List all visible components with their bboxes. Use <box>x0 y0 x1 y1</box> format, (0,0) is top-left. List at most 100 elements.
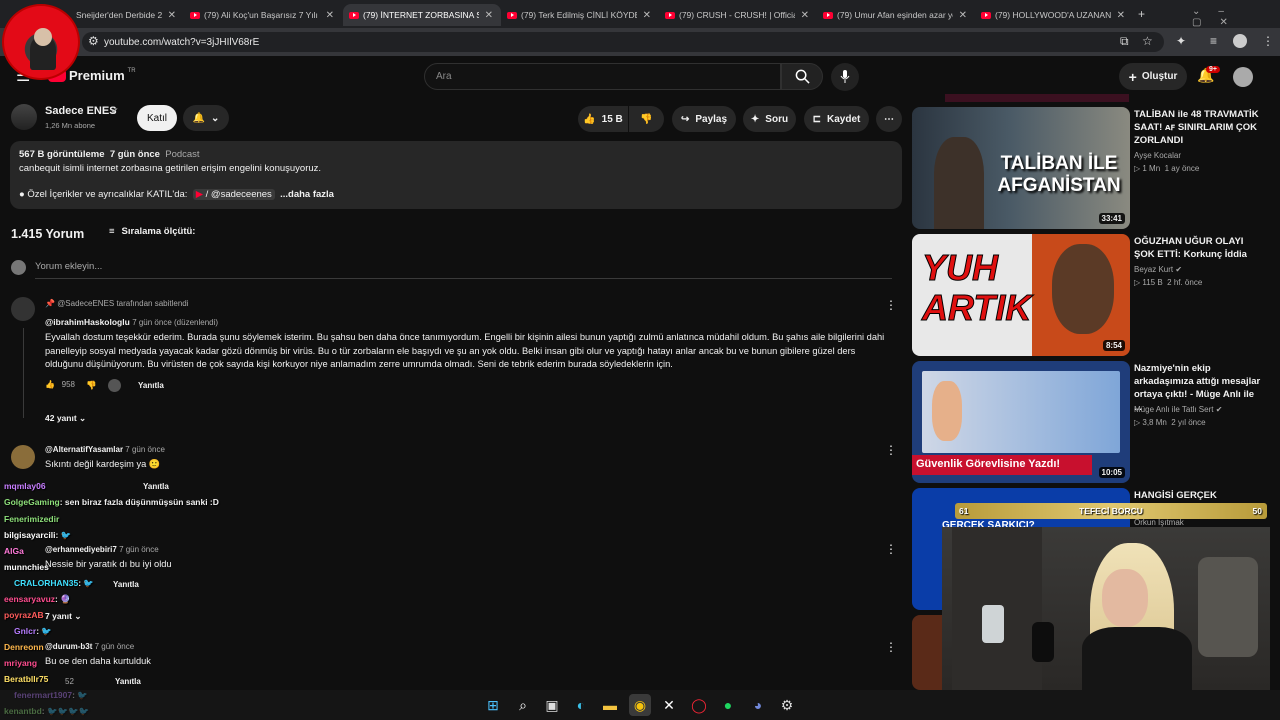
tab-4[interactable]: (79) CRUSH - CRUSH! | Official ✕ <box>659 4 817 26</box>
thumbnail-figure <box>934 137 984 229</box>
chat-message: Fenerimizedir <box>4 514 60 524</box>
comment-menu-icon[interactable]: ⋮ <box>885 443 897 457</box>
close-icon[interactable]: ✕ <box>168 10 176 21</box>
voice-search-button[interactable] <box>831 63 859 91</box>
video-duration: 10:05 <box>1098 467 1125 478</box>
tab-1[interactable]: (79) Ali Koç'un Başarısız 7 Yılı | ✕ <box>184 4 342 26</box>
show-more-link[interactable]: ...daha fazla <box>280 189 334 200</box>
comment-dislike-icon[interactable]: 👎 <box>86 380 97 391</box>
file-explorer-icon[interactable]: ▬ <box>599 694 621 716</box>
chat-message: mriyang <box>4 658 38 668</box>
reply-button[interactable]: Yanıtla <box>138 381 164 390</box>
comment-author[interactable]: @AlternatifYasamlar 7 gün önce <box>45 445 165 454</box>
close-icon[interactable]: ✕ <box>801 10 809 21</box>
notification-bell-button[interactable]: 🔔 ⌄ <box>183 105 229 131</box>
create-button[interactable]: + Oluştur <box>1119 63 1187 90</box>
youtube-icon <box>507 11 517 19</box>
ask-button[interactable]: ✦ Soru <box>743 106 796 132</box>
sort-button[interactable]: ≡ Sıralama ölçütü: <box>109 226 195 237</box>
close-icon[interactable]: ✕ <box>1117 10 1125 21</box>
video-channel[interactable]: Beyaz Kurt ✔ <box>1134 263 1182 276</box>
youtube-icon <box>823 11 833 19</box>
window-controls[interactable]: ⌄–▢✕ <box>1192 6 1280 28</box>
verified-icon: ✔ <box>1215 405 1223 414</box>
edge-browser-icon[interactable]: ◐ <box>570 694 592 716</box>
close-icon[interactable]: ✕ <box>959 10 967 21</box>
opera-icon[interactable]: ◯ <box>688 694 710 716</box>
youtube-icon <box>190 11 200 19</box>
chevron-down-icon: ⌄ <box>79 413 87 423</box>
tab-3[interactable]: (79) Terk Edilmiş CİNLİ KÖYDE ✕ <box>501 4 659 26</box>
comment-like-button[interactable]: 👍 958 <box>45 380 75 389</box>
comment-like-count: 52 <box>65 677 74 686</box>
reply-button[interactable]: Yanıtla <box>115 677 141 686</box>
close-icon[interactable]: ✕ <box>643 10 651 21</box>
search-icon <box>795 69 810 84</box>
video-title[interactable]: OĞUZHAN UĞUR OLAYI ŞOK ETTİ: Korkunç İdd… <box>1134 235 1264 261</box>
search-button[interactable] <box>781 63 823 90</box>
close-icon[interactable]: ✕ <box>326 10 334 21</box>
cast-icon[interactable]: ⧉ <box>1120 34 1129 49</box>
sidebar-top-strip <box>945 94 1129 102</box>
comment-menu-icon[interactable]: ⋮ <box>885 298 897 312</box>
profile-avatar-flag[interactable] <box>2 4 80 80</box>
video-thumbnail[interactable]: YUH ARTIK 8:54 <box>912 234 1130 356</box>
channel-avatar[interactable] <box>11 104 37 130</box>
comment-author[interactable]: @durum-b3t 7 gün önce <box>45 642 134 651</box>
comment-text: Sıkıntı değil kardeşim ya 🙂 <box>45 459 161 469</box>
video-thumbnail[interactable]: TALİBAN İLE AFGANİSTAN 33:41 <box>912 107 1130 229</box>
channel-mention[interactable]: ▶ / @sadeceenes <box>192 189 275 200</box>
commenter-avatar[interactable] <box>11 445 35 469</box>
site-info-icon[interactable]: ⚙ <box>88 34 99 48</box>
video-channel[interactable]: Ayşe Kocalar <box>1134 149 1181 162</box>
discord-icon[interactable]: ◕ <box>747 694 769 716</box>
account-avatar[interactable] <box>1233 67 1253 87</box>
media-icon[interactable]: ≡ <box>1210 34 1217 48</box>
extensions-icon[interactable]: ✦ <box>1176 34 1186 48</box>
reply-button[interactable]: Yanıtla <box>143 482 169 491</box>
browser-profile-icon[interactable] <box>1233 34 1247 48</box>
dislike-button[interactable]: 👎 <box>629 106 664 132</box>
like-button[interactable]: 👍 15 B <box>578 106 628 132</box>
video-channel[interactable]: Müge Anlı ile Tatlı Sert ✔ <box>1134 403 1222 416</box>
browser-menu-icon[interactable]: ⋮ <box>1262 34 1274 48</box>
video-title[interactable]: TALİBAN ile 48 TRAVMATİK SAAT! ᴀꜰ SINIRL… <box>1134 108 1264 147</box>
search-input[interactable]: Ara <box>424 63 781 90</box>
microphone <box>1032 622 1054 662</box>
tab-0[interactable]: Sneijder'den Derbide 2 ✕ <box>70 4 184 26</box>
join-button[interactable]: Katıl <box>137 105 177 131</box>
address-input[interactable]: youtube.com/watch?v=3jJHIlV68rE <box>82 32 1164 52</box>
video-thumbnail[interactable]: Güvenlik Görevlisine Yazdı! 10:05 <box>912 361 1130 483</box>
thumbnail-figure <box>1052 244 1114 334</box>
channel-name[interactable]: Sadece ENES <box>45 105 117 117</box>
search-icon[interactable]: ⌕ <box>512 694 534 716</box>
comment-author[interactable]: @ibrahimHaskologlu 7 gün önce (düzenlend… <box>45 317 218 327</box>
spotify-icon[interactable]: ● <box>717 694 739 716</box>
tab-6[interactable]: (79) HOLLYWOOD'A UZANAN ✕ <box>975 4 1133 26</box>
bell-icon: 🔔 <box>192 112 206 124</box>
add-comment-input[interactable]: Yorum ekleyin... <box>35 261 892 279</box>
comment-menu-icon[interactable]: ⋮ <box>885 640 897 654</box>
streamer-face <box>1102 569 1148 627</box>
chat-message: mqmlay06 <box>4 481 46 491</box>
share-button[interactable]: ↪ Paylaş <box>672 106 736 132</box>
close-icon[interactable]: ✕ <box>485 10 493 21</box>
save-button[interactable]: ⊏ Kaydet <box>804 106 869 132</box>
bookmark-star-icon[interactable]: ☆ <box>1142 34 1153 48</box>
reply-button[interactable]: Yanıtla <box>113 580 139 589</box>
x-app-icon[interactable]: ✕ <box>658 694 680 716</box>
comment-author[interactable]: @erhannediyebiri7 7 gün önce <box>45 545 159 554</box>
chrome-icon[interactable]: ◉ <box>629 694 651 716</box>
replies-toggle[interactable]: 7 yanıt ⌄ <box>45 611 81 622</box>
tab-active[interactable]: (79) İNTERNET ZORBASINA SON✕ <box>343 4 501 26</box>
obs-icon[interactable]: ⚙ <box>776 694 798 716</box>
start-menu-icon[interactable]: ⊞ <box>482 694 504 716</box>
comment-menu-icon[interactable]: ⋮ <box>885 542 897 556</box>
description-box[interactable]: 567 B görüntüleme 7 gün önce Podcast can… <box>10 141 902 209</box>
new-tab-icon[interactable]: + <box>1138 7 1145 21</box>
task-view-icon[interactable]: ▣ <box>541 694 563 716</box>
replies-toggle[interactable]: 42 yanıt ⌄ <box>45 413 86 424</box>
commenter-avatar[interactable] <box>11 297 35 321</box>
more-actions-button[interactable]: ⋯ <box>876 106 902 132</box>
tab-5[interactable]: (79) Umur Afan eşinden azar yo ✕ <box>817 4 975 26</box>
